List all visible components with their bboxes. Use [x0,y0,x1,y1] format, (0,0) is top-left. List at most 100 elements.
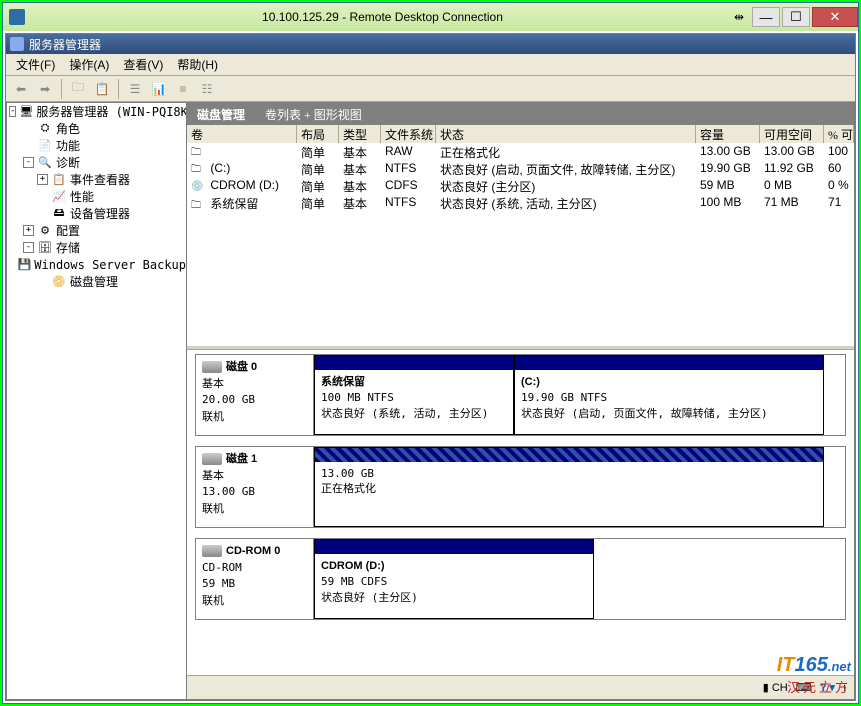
disk-icon: 📀 [51,275,67,289]
tree-config[interactable]: +⚙配置 [7,222,186,239]
volume-icon: 🗀 [191,162,207,177]
tree-root[interactable]: -🖥服务器管理器 (WIN-PQI8KE41K5 [7,103,186,120]
expand-icon[interactable]: - [9,106,16,117]
tree-roles[interactable]: ⛭角色 [7,120,186,137]
col-status[interactable]: 状态 [436,125,696,143]
maximize-button[interactable]: ☐ [782,7,810,27]
volume-icon: 🗀 [191,145,207,160]
export-button[interactable]: 📋 [91,78,113,100]
watermark: IT165.net 汉元立方 [777,654,851,696]
page-subtitle: 卷列表 + 图形视图 [255,106,372,123]
tree-perf[interactable]: 📈性能 [7,188,186,205]
partition[interactable]: (C:)19.90 GB NTFS状态良好 (启动, 页面文件, 故障转储, 主… [514,355,824,435]
partition-header [315,356,513,370]
toolbar-btn[interactable]: ☷ [196,78,218,100]
main-panel: 磁盘管理 卷列表 + 图形视图 卷 布局 类型 文件系统 状态 容量 可用空间 … [187,102,855,700]
volume-row[interactable]: 💿 CDROM (D:)简单基本CDFS状态良好 (主分区)59 MB0 MB0… [187,177,854,194]
rdc-titlebar[interactable]: 10.100.125.29 - Remote Desktop Connectio… [3,3,858,31]
volume-icon: 💿 [191,181,207,192]
expand-icon[interactable]: + [23,225,34,236]
volume-header[interactable]: 卷 布局 类型 文件系统 状态 容量 可用空间 % 可 [187,125,854,143]
expand-icon[interactable]: - [23,157,34,168]
close-button[interactable]: ✕ [812,7,858,27]
expand-icon[interactable]: - [23,242,34,253]
toolbar-btn[interactable]: 📊 [148,78,170,100]
tree-eventviewer[interactable]: +📋事件查看器 [7,171,186,188]
sm-content: -🖥服务器管理器 (WIN-PQI8KE41K5 ⛭角色 📄功能 -🔍诊断 +📋… [6,102,855,700]
partition[interactable]: CDROM (D:)59 MB CDFS状态良好 (主分区) [314,539,594,619]
menu-action[interactable]: 操作(A) [63,54,115,75]
tree-storage[interactable]: -🗄存储 [7,239,186,256]
tree-features[interactable]: 📄功能 [7,137,186,154]
volume-row[interactable]: 🗀 系统保留简单基本NTFS状态良好 (系统, 活动, 主分区)100 MB71… [187,194,854,211]
partition-body: (C:)19.90 GB NTFS状态良好 (启动, 页面文件, 故障转储, 主… [515,370,823,434]
disk-box[interactable]: 磁盘 1基本13.00 GB联机13.00 GB正在格式化 [195,446,846,528]
tree-diag[interactable]: -🔍诊断 [7,154,186,171]
disk-box[interactable]: 磁盘 0基本20.00 GB联机系统保留100 MB NTFS状态良好 (系统,… [195,354,846,436]
col-type[interactable]: 类型 [339,125,381,143]
sm-title: 服务器管理器 [29,36,101,53]
disk-graph-view[interactable]: 磁盘 0基本20.00 GB联机系统保留100 MB NTFS状态良好 (系统,… [187,350,854,675]
storage-icon: 🗄 [37,241,53,255]
toolbar-separator [118,79,119,99]
roles-icon: ⛭ [37,122,53,136]
partition-body: 系统保留100 MB NTFS状态良好 (系统, 活动, 主分区) [315,370,513,434]
server-icon: 🖥 [19,105,33,119]
disk-partitions: 13.00 GB正在格式化 [314,447,845,527]
volume-list[interactable]: 卷 布局 类型 文件系统 状态 容量 可用空间 % 可 🗀 简单基本RAW正在格… [187,125,854,345]
toolbar-btn[interactable]: ☰ [124,78,146,100]
rdc-title: 10.100.125.29 - Remote Desktop Connectio… [31,10,734,24]
partition[interactable]: 系统保留100 MB NTFS状态良好 (系统, 活动, 主分区) [314,355,514,435]
partition-header [315,448,823,462]
main-header: 磁盘管理 卷列表 + 图形视图 [187,103,854,125]
device-icon: 🖴 [51,207,67,221]
minimize-button[interactable]: — [752,7,780,27]
col-volume[interactable]: 卷 [187,125,297,143]
col-free[interactable]: 可用空间 [760,125,824,143]
disk-info: 磁盘 0基本20.00 GB联机 [196,355,314,435]
menu-file[interactable]: 文件(F) [10,54,61,75]
tree-devmgr[interactable]: 🖴设备管理器 [7,205,186,222]
partition[interactable]: 13.00 GB正在格式化 [314,447,824,527]
disk-box[interactable]: CD-ROM 0CD-ROM59 MB联机CDROM (D:)59 MB CDF… [195,538,846,620]
sm-titlebar[interactable]: 服务器管理器 [6,34,855,54]
disk-icon [202,545,222,557]
col-fs[interactable]: 文件系统 [381,125,436,143]
disk-icon [202,361,222,373]
nav-fwd-button[interactable]: ➡ [34,78,56,100]
rdc-icon [9,9,25,25]
menu-help[interactable]: 帮助(H) [171,54,224,75]
partition-header [515,356,823,370]
partition-body: CDROM (D:)59 MB CDFS状态良好 (主分区) [315,554,593,618]
features-icon: 📄 [37,139,53,153]
status-bar: ▮ CH ⌨ ? ▾ ⁞ [187,675,854,699]
rdc-window: 10.100.125.29 - Remote Desktop Connectio… [2,2,859,704]
toolbar-btn[interactable]: ≡ [172,78,194,100]
menu-view[interactable]: 查看(V) [117,54,169,75]
pin-icon[interactable]: ⇹ [734,10,744,24]
volume-icon: 🗀 [191,198,207,211]
disk-partitions: 系统保留100 MB NTFS状态良好 (系统, 活动, 主分区)(C:)19.… [314,355,845,435]
event-icon: 📋 [51,173,67,187]
nav-tree[interactable]: -🖥服务器管理器 (WIN-PQI8KE41K5 ⛭角色 📄功能 -🔍诊断 +📋… [6,102,187,700]
col-pct[interactable]: % 可 [824,125,854,143]
tree-diskmgmt[interactable]: 📀磁盘管理 [7,273,186,290]
diag-icon: 🔍 [37,156,53,170]
perf-icon: 📈 [51,190,67,204]
expand-icon[interactable]: + [37,174,48,185]
disk-info: CD-ROM 0CD-ROM59 MB联机 [196,539,314,619]
disk-info: 磁盘 1基本13.00 GB联机 [196,447,314,527]
col-layout[interactable]: 布局 [297,125,339,143]
sm-toolbar: ⬅ ➡ 🗀 📋 ☰ 📊 ≡ ☷ [6,76,855,102]
tree-wbackup[interactable]: 💾Windows Server Backup [7,256,186,273]
backup-icon: 💾 [18,258,32,272]
nav-back-button[interactable]: ⬅ [10,78,32,100]
volume-row[interactable]: 🗀 (C:)简单基本NTFS状态良好 (启动, 页面文件, 故障转储, 主分区)… [187,160,854,177]
page-title: 磁盘管理 [187,106,255,123]
toolbar-separator [61,79,62,99]
col-capacity[interactable]: 容量 [696,125,760,143]
server-manager-window: 服务器管理器 文件(F) 操作(A) 查看(V) 帮助(H) ⬅ ➡ 🗀 📋 ☰… [5,33,856,701]
refresh-button[interactable]: 🗀 [67,78,89,100]
sm-menubar: 文件(F) 操作(A) 查看(V) 帮助(H) [6,54,855,76]
volume-row[interactable]: 🗀 简单基本RAW正在格式化13.00 GB13.00 GB100 [187,143,854,160]
